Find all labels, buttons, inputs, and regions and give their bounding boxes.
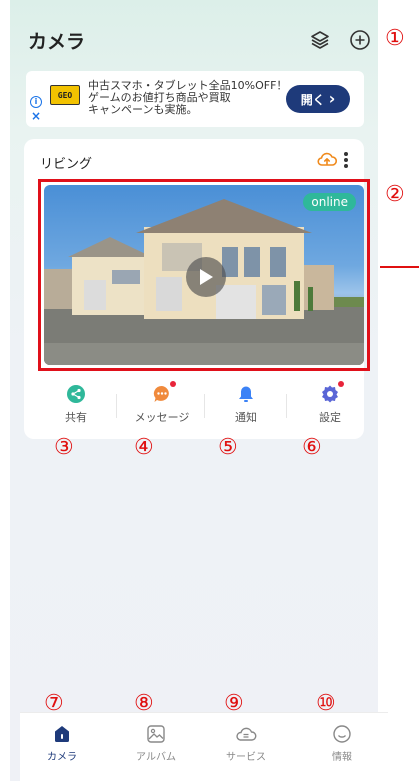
service-icon [235, 723, 257, 745]
app-screen: カメラ i × GEO 中古スマホ・タブレット全品10%OFF！ ゲームのお値打… [10, 0, 388, 781]
action-divider [116, 394, 117, 418]
camera-live-preview[interactable]: online [44, 185, 364, 365]
share-label: 共有 [65, 411, 87, 424]
camera-home-icon [51, 723, 73, 745]
ad-open-button[interactable]: 開く › [286, 85, 350, 113]
message-icon [152, 381, 176, 404]
phone-frame: カメラ i × GEO 中古スマホ・タブレット全品10%OFF！ ゲームのお値打… [0, 0, 419, 781]
action-divider [204, 394, 205, 418]
tab-info[interactable]: 情報 [302, 723, 382, 763]
annotation-10: ⑩ [316, 691, 336, 716]
share-button[interactable]: 共有 [36, 384, 116, 425]
tab-camera[interactable]: カメラ [22, 723, 102, 763]
action-divider [286, 394, 287, 418]
bell-icon [236, 384, 256, 404]
page-title: カメラ [28, 31, 86, 53]
annotation-6: ⑥ [302, 435, 322, 460]
ad-line-3: キャンペーンも実施。 [88, 103, 198, 116]
ad-banner[interactable]: i × GEO 中古スマホ・タブレット全品10%OFF！ ゲームのお値打ち商品や… [26, 71, 364, 127]
tab-info-label: 情報 [332, 752, 352, 763]
share-icon [66, 384, 86, 404]
annotation-3: ③ [54, 435, 74, 460]
ad-info-icon[interactable]: i [30, 96, 42, 108]
camera-name: リビング [40, 157, 93, 172]
ad-close-icon[interactable]: × [31, 110, 41, 122]
chevron-right-icon: › [328, 89, 336, 108]
status-badge: online [303, 193, 356, 211]
bottom-tab-bar: カメラ アルバム サービス 情報 [20, 712, 388, 781]
notification-button[interactable]: 通知 [206, 384, 286, 425]
annotation-frame-video: online [38, 179, 370, 371]
tab-service[interactable]: サービス [206, 723, 286, 763]
notification-label: 通知 [235, 411, 257, 424]
more-vertical-icon[interactable] [342, 150, 350, 170]
ad-logo: GEO [50, 85, 80, 105]
annotation-2-pointer [380, 266, 419, 268]
message-unread-dot [170, 381, 176, 387]
add-circle-icon[interactable] [347, 27, 373, 53]
tab-album-label: アルバム [136, 752, 176, 763]
info-face-icon [331, 723, 353, 745]
tab-camera-label: カメラ [47, 752, 77, 763]
camera-actions: 共有 メッセージ 通知 設定 [36, 381, 376, 428]
play-button[interactable] [186, 257, 226, 297]
settings-unread-dot [338, 381, 344, 387]
tab-service-label: サービス [226, 752, 266, 763]
message-button[interactable]: メッセージ [122, 381, 202, 425]
annotation-7: ⑦ [44, 691, 64, 716]
cloud-upload-icon[interactable] [316, 149, 338, 169]
annotation-9: ⑨ [224, 691, 244, 716]
ad-open-label: 開く [300, 92, 325, 107]
camera-card: リビング online 共有 メッセージ 通知 設定 [24, 139, 370, 439]
gear-icon [320, 381, 344, 404]
settings-label: 設定 [319, 411, 341, 424]
annotation-8: ⑧ [134, 691, 154, 716]
play-icon [200, 269, 213, 285]
tab-album[interactable]: アルバム [116, 723, 196, 763]
annotation-5: ⑤ [218, 435, 238, 460]
annotation-2: ② [385, 182, 405, 207]
ad-text: 中古スマホ・タブレット全品10%OFF！ ゲームのお値打ち商品や買取 キャンペー… [88, 80, 287, 116]
annotation-4: ④ [134, 435, 154, 460]
message-label: メッセージ [134, 411, 190, 424]
settings-button[interactable]: 設定 [290, 381, 370, 425]
album-icon [145, 723, 167, 745]
layers-icon[interactable] [307, 27, 333, 53]
annotation-1: ① [385, 26, 405, 51]
